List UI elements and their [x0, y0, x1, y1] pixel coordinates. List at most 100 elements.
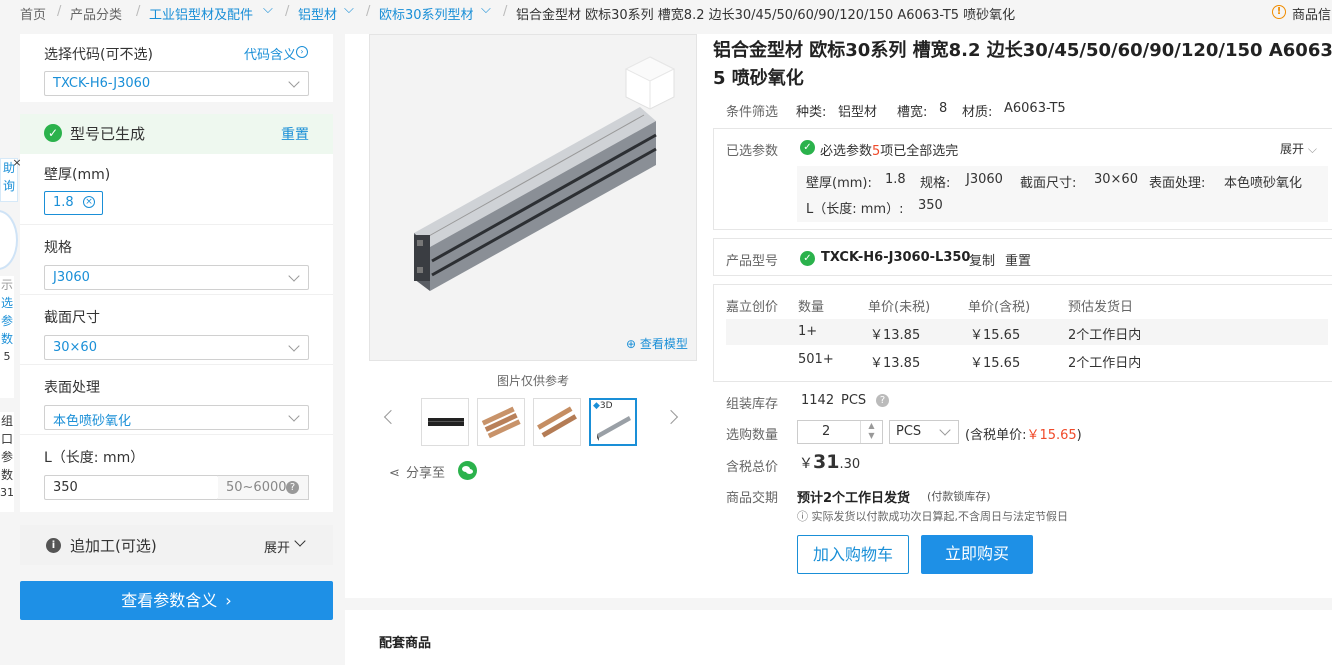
chevron-down-icon: [939, 424, 951, 436]
filter-slot[interactable]: 8: [939, 101, 947, 116]
section-select[interactable]: 30×60: [44, 335, 309, 360]
code-help-link[interactable]: 代码含义: [244, 44, 296, 63]
thumbnail-1[interactable]: [421, 398, 469, 446]
help-icon[interactable]: ?: [876, 394, 889, 407]
unit-price: ￥15.65: [1026, 428, 1077, 443]
breadcrumb-category[interactable]: 产品分类: [70, 4, 122, 23]
buy-now-button[interactable]: 立即购买: [921, 535, 1033, 574]
image-note: 图片仅供参考: [497, 374, 570, 388]
spec-select[interactable]: J3060: [44, 265, 309, 290]
combo-params-widget[interactable]: 组 口 参 数 31: [0, 412, 14, 512]
breadcrumb-l1[interactable]: 工业铝型材及配件: [149, 4, 253, 23]
badge-3d: ◆3D: [593, 401, 613, 411]
breadcrumb-l2[interactable]: 铝型材: [298, 4, 337, 23]
chevron-down-icon[interactable]: ⌵: [481, 2, 491, 17]
widget-char: 数: [0, 468, 13, 482]
model-number: TXCK-H6-J3060-L350: [821, 250, 971, 265]
filter-label: 条件筛选: [726, 105, 779, 120]
check-circle-icon: ✓: [800, 140, 815, 155]
extra-process-bar[interactable]: i 追加工(可选) 展开: [20, 525, 333, 565]
view-model-link[interactable]: ⊕ 查看模型: [626, 335, 688, 352]
widget-char: 参: [0, 314, 13, 328]
chevron-down-icon[interactable]: ⌵: [263, 2, 273, 17]
col-ship: 预估发货日: [1068, 300, 1134, 315]
param-wall: 1.8: [885, 172, 906, 187]
cube-3d-icon[interactable]: [624, 56, 676, 110]
total-decimal: .30: [839, 457, 861, 472]
param-spec: J3060: [966, 172, 1003, 187]
divider: [20, 294, 333, 295]
chevron-down-icon[interactable]: ▼: [861, 431, 882, 441]
share-icon[interactable]: ⋖: [389, 466, 400, 481]
chevron-down-icon[interactable]: ⌵: [344, 2, 354, 17]
thumbnail-2[interactable]: [477, 398, 525, 446]
view-params-button[interactable]: 查看参数含义 ›: [20, 581, 333, 620]
aluminum-profile-image: [414, 56, 676, 291]
chevron-down-icon[interactable]: [294, 535, 306, 547]
widget-count: 5: [3, 350, 11, 363]
widget-count: 31: [0, 486, 14, 499]
info-icon: i: [46, 538, 61, 553]
filter-mat-label: 材质:: [962, 105, 993, 120]
info-icon: ⓘ: [797, 510, 808, 523]
filter-material[interactable]: A6063-T5: [1004, 101, 1066, 116]
thumbnail-3d[interactable]: ◆3D: [589, 398, 637, 446]
main-image[interactable]: ⊕ 查看模型: [369, 34, 697, 361]
unit-price-note: (含税单价:￥15.65): [965, 424, 1082, 443]
delivery-tip-text: 实际发货以付款成功次日算起,不含周日与法定节假日: [811, 510, 1069, 523]
param-wall-label: 壁厚(mm):: [806, 176, 872, 191]
col-qty: 数量: [798, 300, 825, 315]
chevron-down-icon: [288, 410, 300, 422]
param-spec-label: 规格:: [920, 176, 951, 191]
spec-select-value: J3060: [53, 270, 90, 285]
reset-link[interactable]: 重置: [281, 124, 309, 144]
related-section: 配套商品: [345, 610, 1332, 665]
length-label: L（长度: mm）: [44, 450, 145, 466]
share-label: 分享至: [406, 466, 446, 481]
breadcrumb-l3[interactable]: 欧标30系列型材: [379, 4, 474, 23]
breadcrumb-home[interactable]: 首页: [20, 4, 46, 23]
notice-link[interactable]: 商品信: [1292, 4, 1331, 23]
wechat-icon[interactable]: [458, 461, 477, 480]
help-icon[interactable]: ?: [286, 481, 299, 494]
surface-select-value: 本色喷砂氧化: [53, 414, 132, 429]
expand-params-link[interactable]: 展开 ⌵: [1280, 140, 1317, 157]
expand-link[interactable]: 展开: [264, 537, 290, 556]
close-icon[interactable]: ×: [11, 157, 23, 169]
extra-label: 追加工(可选): [70, 537, 157, 555]
delivery-value: 预计2个工作日发货: [797, 491, 911, 506]
reset-model-link[interactable]: 重置: [1005, 250, 1031, 269]
unit-select[interactable]: PCS: [889, 420, 959, 444]
chevron-right-icon: ›: [225, 591, 232, 610]
code-select[interactable]: TXCK-H6-J3060: [44, 71, 309, 96]
surface-select[interactable]: 本色喷砂氧化: [44, 405, 309, 430]
widget-char: 数: [0, 332, 13, 346]
filter-type[interactable]: 铝型材: [838, 101, 877, 120]
chevron-up-icon[interactable]: ▲: [861, 421, 882, 431]
row2-qty: 501+: [798, 352, 834, 367]
stock-unit: PCS: [841, 393, 867, 408]
add-to-cart-button[interactable]: 加入购物车: [797, 535, 909, 574]
delivery-tip: ⓘ 实际发货以付款成功次日算起,不含周日与法定节假日: [797, 508, 1068, 524]
profile-thumb-image: [537, 406, 577, 438]
thumbnail-3[interactable]: [533, 398, 581, 446]
length-input[interactable]: 350: [44, 475, 219, 500]
total-currency: ￥: [799, 456, 813, 472]
close-icon[interactable]: ×: [83, 196, 95, 208]
param-surface: 本色喷砂氧化: [1224, 176, 1303, 191]
wall-tag[interactable]: 1.8 ×: [44, 191, 103, 215]
divider: [20, 434, 333, 435]
qty-value: 2: [822, 424, 831, 439]
share-row: ⋖ 分享至: [389, 462, 445, 481]
avatar[interactable]: [0, 210, 18, 270]
arrow-right-circle-icon[interactable]: ›: [296, 46, 308, 58]
code-select-value: TXCK-H6-J3060: [53, 76, 151, 91]
widget-char: 示: [0, 278, 13, 292]
length-range: 50~6000 ?: [218, 475, 309, 500]
quantity-stepper[interactable]: 2 ▲ ▼: [797, 420, 883, 444]
param-form: 壁厚(mm) 1.8 × 规格 截面尺寸 表面处理 L（长度: mm）: [20, 154, 333, 512]
copy-link[interactable]: 复制: [969, 250, 995, 269]
widget-char: 参: [0, 450, 13, 464]
selected-params-widget[interactable]: 示 选 参 数 5: [0, 276, 14, 398]
stepper-arrows[interactable]: ▲ ▼: [860, 421, 882, 443]
